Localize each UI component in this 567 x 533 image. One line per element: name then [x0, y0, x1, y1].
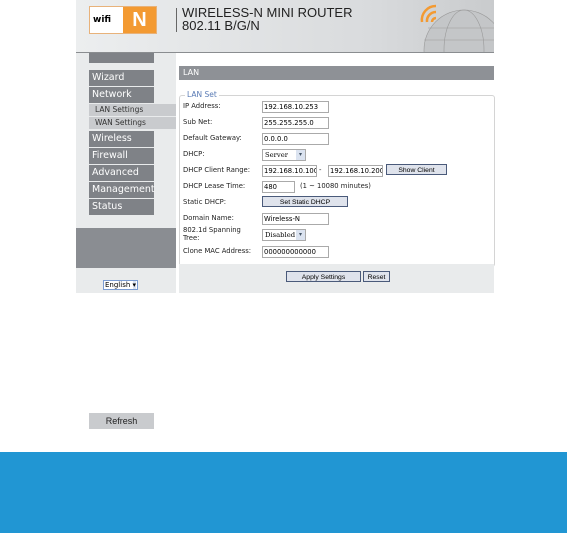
lease-time-input[interactable]: 480: [262, 181, 295, 193]
language-value: English: [105, 281, 131, 289]
show-client-button[interactable]: Show Client: [386, 164, 447, 175]
section-title: LAN: [179, 66, 494, 80]
language-select[interactable]: English ▾: [103, 280, 139, 290]
dhcp-value: Server: [265, 151, 289, 159]
domain-name-input[interactable]: Wireless-N: [262, 213, 329, 225]
gateway-label: Default Gateway:: [183, 134, 242, 142]
subnet-input[interactable]: 255.255.255.0: [262, 117, 329, 129]
menu-firewall[interactable]: Firewall: [89, 148, 154, 164]
lan-set-fieldset: LAN Set IP Address: 192.168.10.253 Sub N…: [179, 90, 495, 267]
stp-label-line1: 802.1d Spanning: [183, 226, 241, 234]
domain-label: Domain Name:: [183, 214, 234, 222]
spanning-tree-select[interactable]: Disabled ▾: [262, 229, 306, 241]
menu-wan-settings[interactable]: WAN Settings: [89, 117, 176, 129]
menu-lan-settings[interactable]: LAN Settings: [89, 104, 176, 116]
stp-label-line2: Tree:: [183, 234, 200, 242]
menu-network[interactable]: Network: [89, 87, 154, 103]
stp-value: Disabled: [265, 231, 296, 239]
action-bar: Apply Settings Reset: [179, 264, 494, 293]
range-separator: -: [319, 166, 322, 174]
stp-label: 802.1d Spanning Tree:: [183, 226, 241, 242]
range-start-input[interactable]: 192.168.10.100: [262, 165, 317, 177]
menu-wizard[interactable]: Wizard: [89, 70, 154, 86]
fieldset-legend: LAN Set: [185, 90, 219, 99]
dhcp-label: DHCP:: [183, 150, 205, 158]
apply-settings-button[interactable]: Apply Settings: [286, 271, 361, 282]
menu-management[interactable]: Management: [89, 182, 155, 198]
blue-band: [0, 452, 567, 533]
set-static-dhcp-button[interactable]: Set Static DHCP: [262, 196, 348, 207]
chevron-down-icon: ▾: [132, 281, 137, 289]
lease-hint: (1 ~ 10080 minutes): [300, 182, 371, 190]
menu-status[interactable]: Status: [89, 199, 154, 215]
subnet-label: Sub Net:: [183, 118, 213, 126]
product-title: WIRELESS-N MINI ROUTER 802.11 B/G/N: [182, 6, 352, 32]
globe-icon: [420, 4, 494, 52]
chevron-down-icon: ▾: [296, 150, 305, 160]
clone-mac-input[interactable]: 000000000000: [262, 246, 329, 258]
main-content: LAN LAN Set IP Address: 192.168.10.253 S…: [179, 53, 495, 293]
subtitle-text: 802.11 B/G/N: [182, 18, 260, 33]
static-dhcp-label: Static DHCP:: [183, 198, 227, 206]
refresh-panel: Refresh: [76, 228, 176, 429]
menu-advanced[interactable]: Advanced: [89, 165, 154, 181]
wifi-n-logo: wifi N: [89, 6, 157, 34]
reset-button[interactable]: Reset: [363, 271, 390, 282]
menu-wireless[interactable]: Wireless: [89, 131, 154, 147]
dhcp-select[interactable]: Server ▾: [262, 149, 306, 161]
lease-label: DHCP Lease Time:: [183, 182, 246, 190]
gateway-input[interactable]: 0.0.0.0: [262, 133, 329, 145]
ip-label: IP Address:: [183, 102, 221, 110]
refresh-button[interactable]: Refresh: [89, 413, 154, 429]
range-label: DHCP Client Range:: [183, 166, 251, 174]
chevron-down-icon: ▾: [296, 230, 305, 240]
divider: [176, 8, 177, 32]
ip-address-input[interactable]: 192.168.10.253: [262, 101, 329, 113]
header: wifi N WIRELESS-N MINI ROUTER 802.11 B/G…: [76, 0, 494, 53]
logo-n-text: N: [123, 7, 156, 33]
menu-spacer: [89, 53, 154, 63]
logo-wifi-text: wifi: [93, 15, 112, 25]
sidebar: Wizard Network LAN Settings WAN Settings…: [76, 53, 176, 429]
range-end-input[interactable]: 192.168.10.200: [328, 165, 383, 177]
mac-label: Clone MAC Address:: [183, 247, 252, 255]
